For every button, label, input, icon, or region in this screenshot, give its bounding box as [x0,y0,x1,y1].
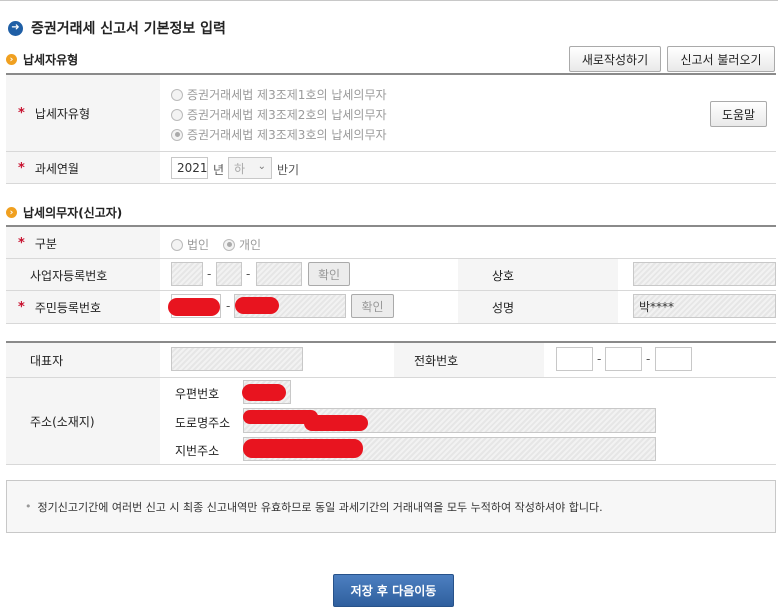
required-mark: * [18,236,25,251]
road-address-label: 도로명주소 [175,416,231,430]
required-mark: * [18,161,25,176]
help-button[interactable]: 도움말 [710,101,767,127]
required-mark: * [18,106,25,121]
taxpayer-type-label-text: 납세자유형 [34,107,91,121]
biz-no-part2[interactable] [216,262,242,286]
phone-part3[interactable] [655,347,692,371]
biz-no-part3[interactable] [256,262,302,286]
lot-address-label: 지번주소 [175,444,220,458]
zip-label: 우편번호 [175,387,220,401]
dash: - [207,267,212,281]
redaction [242,384,286,401]
option-label: 증권거래세법 제3조제1호의 납세의무자 [187,88,387,102]
radio-selected-icon[interactable] [223,238,235,251]
kind-label-text: 구분 [34,237,57,251]
row-divider [6,464,776,465]
section-title-text: 납세의무자(신고자) [23,206,123,220]
year-input[interactable]: 2021 [171,157,208,179]
kind-option-individual[interactable]: 개인 [223,236,261,253]
top-divider [0,0,778,1]
half-select-value: 하 [234,161,246,176]
arrow-right-circle-icon: ➜ [8,20,23,36]
option-label: 개인 [239,238,262,252]
representative-label: 대표자 [30,354,64,368]
resident-no-label-text: 주민등록번호 [34,301,102,315]
phone-label: 전화번호 [414,354,459,368]
redaction [235,297,279,314]
name-label: 성명 [492,301,515,315]
biz-no-part1[interactable] [171,262,203,286]
kind-option-corp[interactable]: 법인 [171,236,209,253]
address-label: 주소(소재지) [30,415,95,429]
load-form-button[interactable]: 신고서 불러오기 [667,46,775,72]
taxpayer-type-option-1[interactable]: 증권거래세법 제3조제1호의 납세의무자 [171,86,387,103]
orange-bullet-icon: › [6,207,17,218]
notice-text: 정기신고기간에 여러번 신고 시 최종 신고내역만 유효하므로 동일 과세기간의… [37,500,603,514]
save-next-button[interactable]: 저장 후 다음이동 [333,574,454,607]
tax-period-label: * 과세연월 [18,160,79,177]
radio-icon[interactable] [171,88,183,101]
resident-no-confirm-button[interactable]: 확인 [351,294,394,318]
redaction [243,439,363,458]
section-title-text: 납세자유형 [23,53,79,67]
option-label: 증권거래세법 제3조제2호의 납세의무자 [187,108,387,122]
dash: - [246,267,251,281]
redaction [168,298,220,316]
notice-bullet: • [25,500,32,513]
radio-icon[interactable] [171,238,183,251]
taxpayer-type-option-3[interactable]: 증권거래세법 제3조제3호의 납세의무자 [171,126,387,143]
section-title-taxpayer-type: › 납세자유형 [6,51,78,68]
half-unit: 반기 [277,163,300,177]
name-input[interactable]: 박**** [633,294,776,318]
page-header: ➜ 증권거래세 신고서 기본정보 입력 [8,18,226,38]
kind-label: * 구분 [18,235,57,252]
page-title: 증권거래세 신고서 기본정보 입력 [31,21,226,37]
resident-no-label: * 주민등록번호 [18,299,101,316]
orange-bullet-icon: › [6,54,17,65]
biz-no-confirm-button[interactable]: 확인 [308,262,350,286]
option-label: 증권거래세법 제3조제3호의 납세의무자 [187,128,387,142]
phone-part2[interactable] [605,347,642,371]
label-cell-bg [458,291,618,323]
dash: - [646,352,651,366]
year-unit: 년 [213,163,225,177]
chevron-down-icon: ⌄ [257,161,266,172]
taxpayer-type-label: * 납세자유형 [18,105,90,122]
option-label: 법인 [187,238,210,252]
trade-name-label: 상호 [492,269,515,283]
radio-selected-icon[interactable] [171,128,183,141]
redaction [304,415,368,431]
dash: - [226,299,231,313]
tax-period-label-text: 과세연월 [34,162,79,176]
dash: - [597,352,602,366]
row-divider [6,183,776,184]
radio-icon[interactable] [171,108,183,121]
biz-no-label: 사업자등록번호 [30,269,108,283]
trade-name-input[interactable] [633,262,776,286]
label-cell-bg [458,259,618,290]
required-mark: * [18,300,25,315]
row-divider [6,323,776,324]
new-form-button[interactable]: 새로작성하기 [569,46,661,72]
taxpayer-type-option-2[interactable]: 증권거래세법 제3조제2호의 납세의무자 [171,106,387,123]
half-select[interactable]: 하 ⌄ [228,157,272,179]
representative-input[interactable] [171,347,303,371]
phone-part1[interactable] [556,347,593,371]
section-title-taxpayer: › 납세의무자(신고자) [6,204,122,221]
notice-box: • 정기신고기간에 여러번 신고 시 최종 신고내역만 유효하므로 동일 과세기… [6,480,776,533]
